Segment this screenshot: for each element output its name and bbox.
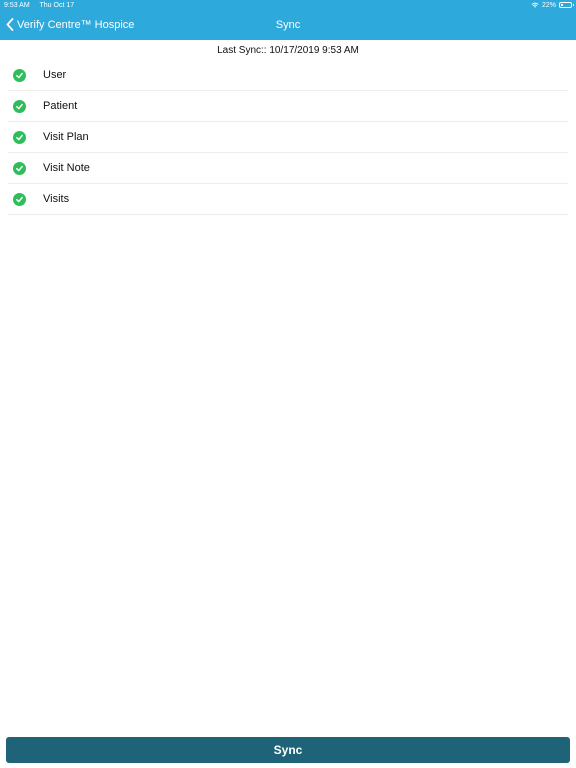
check-circle-icon — [13, 130, 26, 144]
status-time: 9:53 AM — [4, 2, 30, 9]
battery-icon — [559, 2, 574, 8]
list-item-label: Visit Plan — [43, 131, 89, 143]
list-item-label: Patient — [43, 100, 78, 112]
status-date: Thu Oct 17 — [39, 2, 75, 9]
last-sync-text: Last Sync:: 10/17/2019 9:53 AM — [217, 45, 359, 56]
list-item-visit-note: Visit Note — [8, 153, 568, 184]
list-item-label: User — [43, 69, 67, 81]
list-item-visit-plan: Visit Plan — [8, 122, 568, 153]
list-item-patient: Patient — [8, 91, 568, 122]
status-right: 22% — [531, 1, 574, 9]
check-circle-icon — [13, 68, 26, 82]
check-circle-icon — [13, 192, 26, 206]
list-item-label: Visit Note — [43, 162, 90, 174]
status-bar: 9:53 AM Thu Oct 17 22% — [0, 0, 576, 12]
check-circle-icon — [13, 161, 26, 175]
battery-percent: 22% — [541, 1, 556, 9]
check-circle-icon — [13, 99, 26, 113]
battery-level — [561, 4, 563, 6]
nav-bar: Verify Centre™ Hospice Sync — [0, 12, 576, 40]
status-left: 9:53 AM Thu Oct 17 — [4, 2, 82, 9]
wifi-icon — [531, 2, 539, 8]
list-item-label: Visits — [43, 193, 70, 205]
list-item-user: User — [8, 60, 568, 91]
sync-button[interactable]: Sync — [6, 737, 570, 763]
list-item-visits: Visits — [8, 184, 568, 215]
sync-list: User Patient Visit Plan Visit Note Visit… — [8, 60, 568, 215]
page-title: Sync — [275, 19, 301, 31]
